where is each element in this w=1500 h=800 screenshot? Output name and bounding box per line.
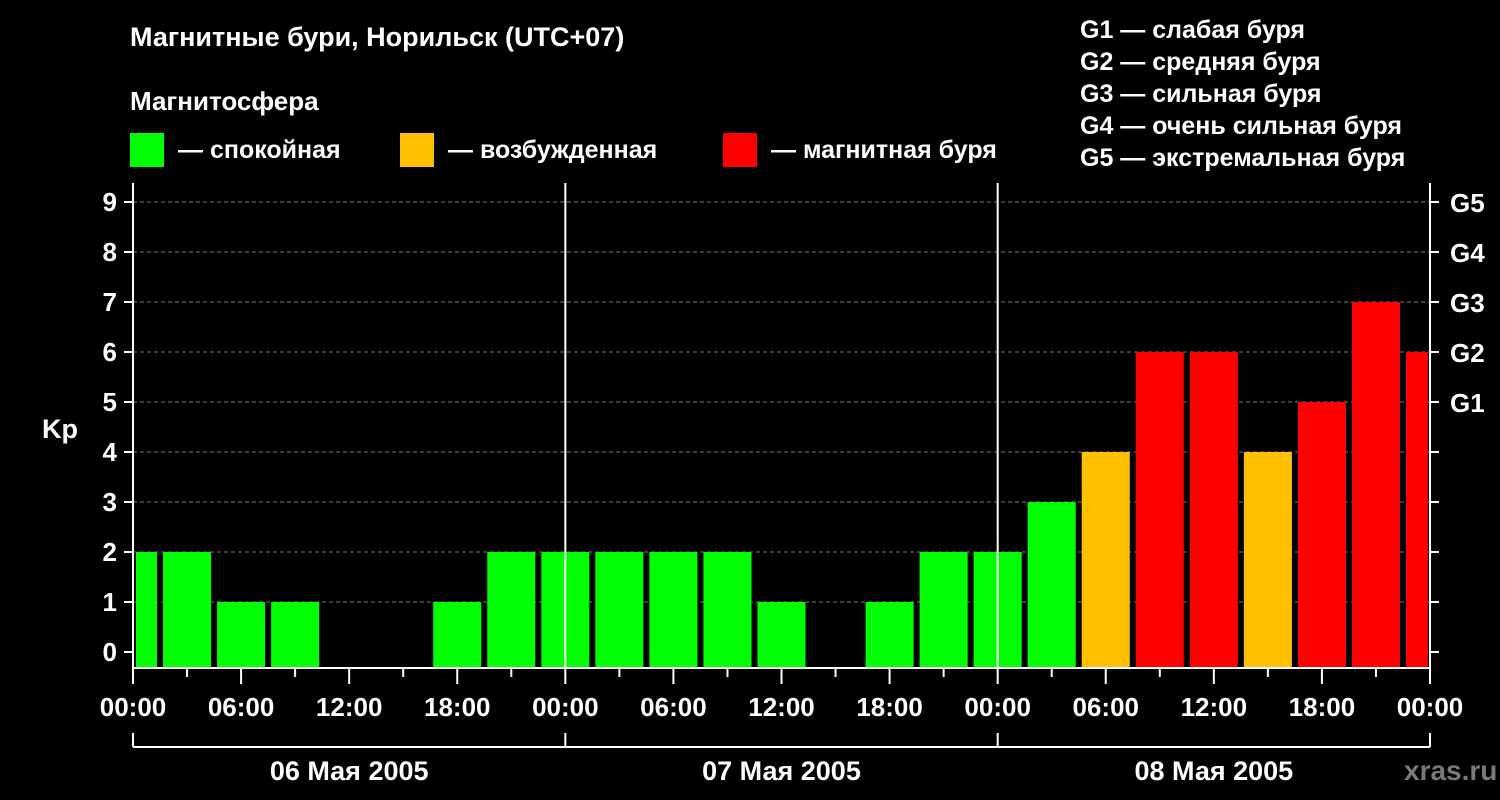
kp-bar xyxy=(1027,502,1076,668)
kp-bar xyxy=(595,552,644,668)
kp-bar xyxy=(1243,452,1292,668)
y-tick-label: 6 xyxy=(103,337,117,367)
kp-bar xyxy=(163,552,212,668)
x-tick-label: 18:00 xyxy=(424,692,491,722)
storm-level-label: G4 xyxy=(1450,238,1485,268)
x-tick-label: 06:00 xyxy=(1073,692,1140,722)
x-tick-label: 18:00 xyxy=(856,692,923,722)
kp-bar xyxy=(1135,352,1184,668)
watermark: xras.ru xyxy=(1404,755,1498,786)
x-tick-label: 00:00 xyxy=(964,692,1031,722)
kp-bar xyxy=(136,552,158,668)
day-label: 07 Мая 2005 xyxy=(702,756,861,786)
storm-level-label: G2 xyxy=(1450,338,1485,368)
kp-bar xyxy=(1297,402,1346,668)
kp-bar-chart: 0 1 2 3 4 5 6 7 8 9 Kp G1 G2 G3 G4 G5 00:00 06:00 12:00 18:… xyxy=(42,183,1485,786)
y-tick-label: 9 xyxy=(103,187,117,217)
kp-bar xyxy=(919,552,968,668)
x-tick-label: 12:00 xyxy=(316,692,383,722)
y-tick-label: 4 xyxy=(103,437,118,467)
x-tick-label: 06:00 xyxy=(640,692,707,722)
kp-bar xyxy=(217,602,266,668)
x-tick-label: 06:00 xyxy=(208,692,275,722)
kp-bar xyxy=(487,552,536,668)
x-tick-label: 12:00 xyxy=(1181,692,1248,722)
y-tick-label: 3 xyxy=(103,487,117,517)
kp-bar xyxy=(271,602,320,668)
y-tick-label: 7 xyxy=(103,287,117,317)
y-tick-label: 0 xyxy=(103,637,117,667)
kp-bar xyxy=(433,602,482,668)
x-tick-label: 18:00 xyxy=(1289,692,1356,722)
storm-level-label: G5 xyxy=(1450,188,1485,218)
kp-bar xyxy=(703,552,752,668)
kp-bar xyxy=(1405,352,1428,668)
y-tick-label: 5 xyxy=(103,387,117,417)
y-axis-label: Kp xyxy=(42,414,78,444)
x-tick-label: 00:00 xyxy=(1397,692,1464,722)
x-tick-label: 12:00 xyxy=(748,692,815,722)
day-label: 08 Мая 2005 xyxy=(1134,756,1293,786)
kp-bar xyxy=(757,602,806,668)
day-label: 06 Мая 2005 xyxy=(270,756,429,786)
storm-level-label: G1 xyxy=(1450,388,1485,418)
kp-bar xyxy=(649,552,698,668)
x-tick-label: 00:00 xyxy=(532,692,599,722)
storm-level-label: G3 xyxy=(1450,288,1485,318)
kp-bar xyxy=(865,602,914,668)
kp-bar xyxy=(1351,302,1400,668)
y-tick-label: 2 xyxy=(103,537,117,567)
kp-bar xyxy=(1081,452,1130,668)
y-tick-label: 1 xyxy=(103,587,117,617)
x-tick-label: 00:00 xyxy=(100,692,167,722)
y-tick-label: 8 xyxy=(103,237,117,267)
kp-bar xyxy=(1189,352,1238,668)
